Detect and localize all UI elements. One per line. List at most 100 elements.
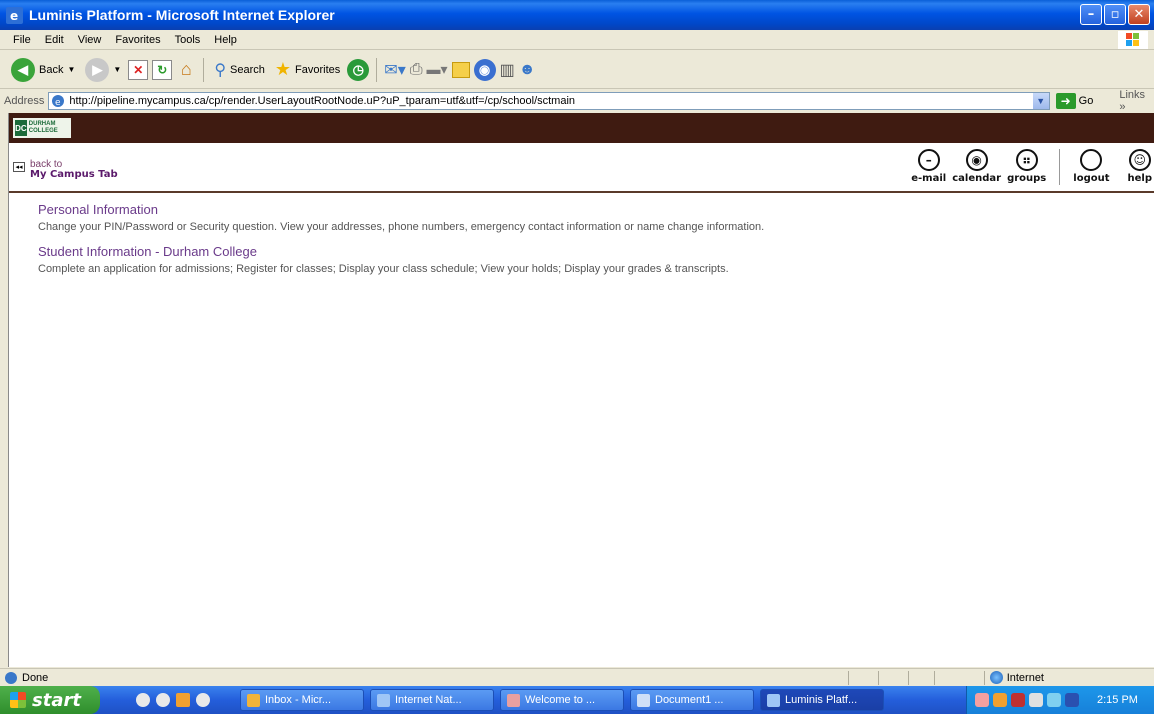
menu-help[interactable]: Help xyxy=(207,34,244,46)
address-label: Address xyxy=(4,95,45,107)
home-icon[interactable]: ⌂ xyxy=(176,59,196,80)
outlook-icon xyxy=(247,693,260,707)
help-icon: ☺ xyxy=(1128,149,1151,171)
tray-outlook-icon[interactable] xyxy=(993,693,1007,707)
globe-icon xyxy=(989,671,1003,684)
task-label: Internet Nat... xyxy=(395,694,462,706)
start-label: start xyxy=(32,689,81,711)
outlook-icon[interactable] xyxy=(176,693,190,707)
svg-text:e: e xyxy=(55,98,61,108)
search-button[interactable]: ⚲ Search xyxy=(211,55,268,85)
logout-icon xyxy=(1080,149,1103,171)
back-to-campus-link[interactable]: ◂◂ back to My Campus Tab xyxy=(13,160,118,180)
logout-link[interactable]: logout xyxy=(1070,149,1112,184)
address-field[interactable]: e http://pipeline.mycampus.ca/cp/render.… xyxy=(48,92,1050,110)
student-info-desc: Complete an application for admissions; … xyxy=(38,263,729,275)
search-label: Search xyxy=(230,63,265,76)
status-text: Done xyxy=(22,671,49,684)
task-luminis[interactable]: Luminis Platf... xyxy=(760,689,884,711)
page-content: DC DURHAM COLLEGE ◂◂ back to My Campus T… xyxy=(8,113,1154,667)
media-icon[interactable] xyxy=(196,693,210,707)
task-label: Inbox - Micr... xyxy=(265,694,332,706)
groups-label: groups xyxy=(1007,173,1047,184)
start-button[interactable]: start xyxy=(0,686,100,714)
toolbar: ◀ Back ▼ ▶ ▼ ✕ ↻ ⌂ ⚲ Search ★ Favorites … xyxy=(0,51,1154,89)
logout-label: logout xyxy=(1073,173,1110,184)
status-divider xyxy=(934,671,935,685)
mail-icon[interactable]: ✉▾ xyxy=(384,60,405,80)
back-button[interactable]: ◀ Back ▼ xyxy=(8,55,78,85)
status-bar: Done Internet xyxy=(0,668,1154,686)
edit-icon[interactable]: ▬▾ xyxy=(427,61,448,78)
system-tray: 2:15 PM xyxy=(966,686,1154,714)
task-document[interactable]: Document1 ... xyxy=(630,689,754,711)
clock[interactable]: 2:15 PM xyxy=(1097,694,1138,706)
portal-nav: ◂◂ back to My Campus Tab – e-mail ◉ cale… xyxy=(9,143,1154,193)
menu-view[interactable]: View xyxy=(71,34,109,46)
nav-icons: – e-mail ◉ calendar ⠶ groups logout ☺ he… xyxy=(908,149,1154,185)
users-icon[interactable]: ☻ xyxy=(519,61,536,79)
ie-icon xyxy=(767,693,780,707)
close-button[interactable]: ✕ xyxy=(1128,4,1150,25)
task-label: Document1 ... xyxy=(655,694,724,706)
address-url: http://pipeline.mycampus.ca/cp/render.Us… xyxy=(69,95,576,107)
task-inbox[interactable]: Inbox - Micr... xyxy=(240,689,364,711)
groups-icon: ⠶ xyxy=(1015,149,1038,171)
task-welcome[interactable]: Welcome to ... xyxy=(500,689,624,711)
print-icon[interactable]: ⎙ xyxy=(410,61,423,79)
ie-icon xyxy=(377,693,390,707)
favorites-label: Favorites xyxy=(295,63,341,76)
minimize-button[interactable]: – xyxy=(1080,4,1102,25)
research-icon[interactable]: ▥ xyxy=(500,60,515,80)
address-dropdown-icon[interactable]: ▼ xyxy=(1032,93,1049,109)
refresh-icon[interactable]: ↻ xyxy=(152,59,173,80)
brand-header: DC DURHAM COLLEGE xyxy=(9,113,1154,143)
menu-tools[interactable]: Tools xyxy=(168,34,208,46)
zone-indicator: Internet xyxy=(989,671,1044,684)
quick-launch xyxy=(136,693,210,707)
window-title: Luminis Platform - Microsoft Internet Ex… xyxy=(29,7,335,23)
status-divider xyxy=(878,671,879,685)
links-label: Links xyxy=(1119,89,1146,101)
task-internet[interactable]: Internet Nat... xyxy=(370,689,494,711)
forward-arrow-icon: ▶ xyxy=(85,57,110,82)
status-divider xyxy=(908,671,909,685)
maximize-button[interactable]: ▫ xyxy=(1104,4,1126,25)
tray-sound-icon[interactable] xyxy=(1029,693,1043,707)
personal-info-link[interactable]: Personal Information xyxy=(38,202,764,217)
personal-info-section: Personal Information Change your PIN/Pas… xyxy=(38,202,764,233)
chevron-down-icon: ▼ xyxy=(113,65,122,74)
email-icon: – xyxy=(917,149,940,171)
back-arrow-icon: ◂◂ xyxy=(13,162,25,172)
folder-icon[interactable] xyxy=(451,61,470,78)
history-icon[interactable]: ◷ xyxy=(347,58,370,81)
messenger-icon[interactable]: ◉ xyxy=(473,58,496,81)
back-label: Back xyxy=(39,63,64,76)
durham-college-logo[interactable]: DC DURHAM COLLEGE xyxy=(13,118,71,138)
help-link[interactable]: ☺ help xyxy=(1125,149,1154,184)
tray-network-icon[interactable] xyxy=(1011,693,1025,707)
links-button[interactable]: Links » xyxy=(1119,89,1154,113)
status-divider xyxy=(984,671,985,685)
favorites-button[interactable]: ★ Favorites xyxy=(272,55,343,85)
tray-shield-icon[interactable] xyxy=(1065,693,1079,707)
tray-people-icon[interactable] xyxy=(975,693,989,707)
menu-file[interactable]: File xyxy=(6,34,38,46)
stop-icon[interactable]: ✕ xyxy=(128,59,149,80)
browser-icon[interactable] xyxy=(156,693,170,707)
student-info-section: Student Information - Durham College Com… xyxy=(38,244,729,275)
menu-favorites[interactable]: Favorites xyxy=(108,34,167,46)
groups-link[interactable]: ⠶ groups xyxy=(1004,149,1049,184)
email-link[interactable]: – e-mail xyxy=(908,149,949,184)
browser-window: e Luminis Platform - Microsoft Internet … xyxy=(0,0,1154,714)
menu-edit[interactable]: Edit xyxy=(38,34,71,46)
help-label: help xyxy=(1127,173,1153,184)
forward-button[interactable]: ▶ ▼ xyxy=(82,55,124,85)
calendar-link[interactable]: ◉ calendar xyxy=(949,149,1004,184)
student-info-link[interactable]: Student Information - Durham College xyxy=(38,244,729,259)
go-button[interactable]: ➜ Go xyxy=(1055,93,1093,109)
tray-monitor-icon[interactable] xyxy=(1047,693,1061,707)
calendar-icon: ◉ xyxy=(965,149,988,171)
ie-icon[interactable] xyxy=(136,693,150,707)
task-label: Welcome to ... xyxy=(525,694,596,706)
